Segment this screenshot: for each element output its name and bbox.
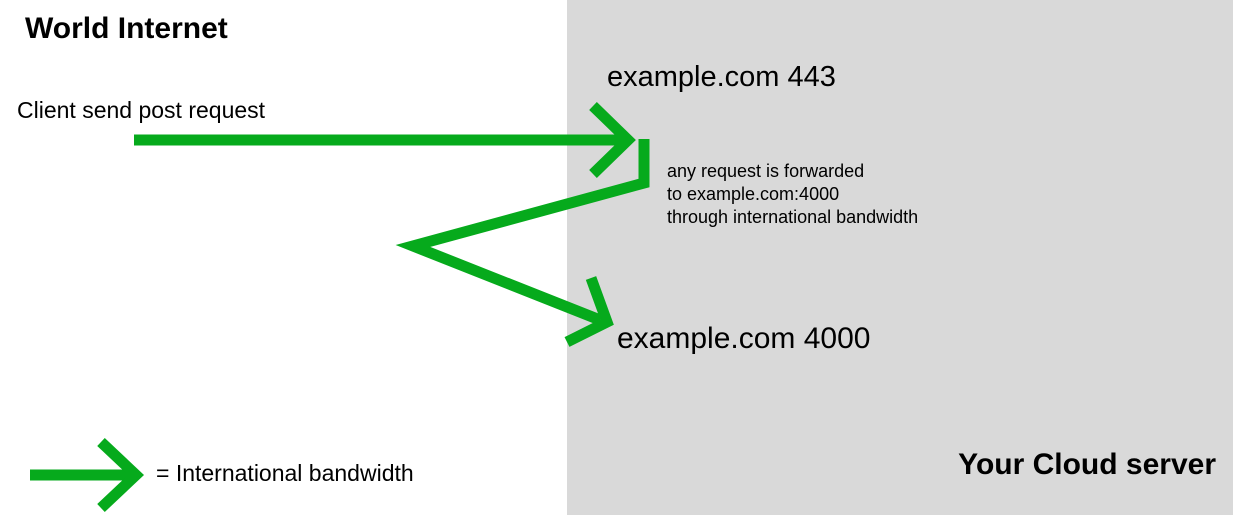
server-4000-label: example.com 4000 [617,322,871,355]
legend-label: = International bandwidth [156,460,414,486]
client-request-label: Client send post request [17,97,266,123]
forwarding-note-line: through international bandwidth [667,207,919,227]
forwarding-note: any request is forwarded to example.com:… [667,160,918,229]
server-443-label: example.com 443 [607,61,836,93]
cloud-server-title: Your Cloud server [958,448,1216,481]
forwarding-note-line: any request is forwarded [667,161,865,181]
world-internet-title: World Internet [25,12,228,45]
forward-443-to-4000-arrow [395,139,650,326]
forwarding-note-line: to example.com:4000 [667,184,840,204]
